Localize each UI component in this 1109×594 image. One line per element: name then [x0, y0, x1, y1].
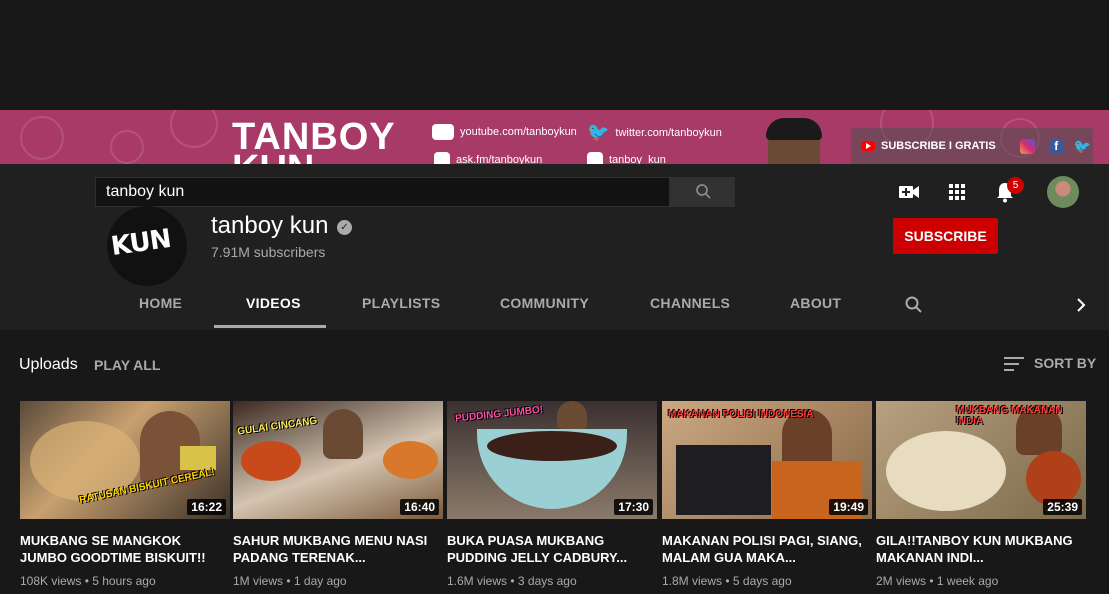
view-count: 1.6M views — [447, 574, 508, 588]
banner-instagram-link[interactable]: tanboy_kun — [587, 152, 666, 164]
twitter-icon: 🐦 — [587, 122, 610, 142]
video-duration: 25:39 — [1043, 499, 1082, 515]
view-count: 1M views — [233, 574, 284, 588]
upload-age: 5 hours ago — [92, 574, 156, 588]
banner-link-text: youtube.com/tanboykun — [460, 126, 577, 138]
thumbnail-caption: GULAI CINCANG — [236, 415, 318, 438]
tab-home[interactable]: HOME — [139, 295, 182, 311]
video-thumbnail[interactable]: PUDDING JUMBO! 17:30 — [447, 401, 657, 519]
banner-link-text: ask.fm/tanboykun — [456, 154, 543, 164]
upload-age: 3 days ago — [517, 574, 577, 588]
twitter-icon[interactable]: 🐦 — [1074, 138, 1091, 155]
banner-link-text: tanboy_kun — [609, 154, 666, 164]
search-input[interactable]: tanboy kun — [95, 177, 670, 207]
subscriber-count: 7.91M subscribers — [211, 244, 326, 260]
subscribe-button[interactable]: SUBSCRIBE — [893, 218, 998, 254]
tab-channels[interactable]: CHANNELS — [650, 295, 730, 311]
verified-check-icon: ✓ — [337, 220, 352, 235]
video-title[interactable]: GILA!!TANBOY KUN MUKBANG MAKANAN INDI... — [876, 532, 1086, 566]
account-avatar[interactable] — [1047, 176, 1079, 208]
upload-age: 5 days ago — [732, 574, 792, 588]
banner-link-text: twitter.com/tanboykun — [615, 126, 722, 139]
channel-name: tanboy kun — [211, 212, 329, 239]
video-title[interactable]: MAKANAN POLISI PAGI, SIANG, MALAM GUA MA… — [662, 532, 872, 566]
video-duration: 19:49 — [829, 499, 868, 515]
video-card[interactable]: MAKANAN POLISI INDONESIA 19:49 MAKANAN P… — [662, 401, 872, 588]
channel-avatar-text: KUN — [109, 224, 173, 262]
upload-age: 1 week ago — [936, 574, 999, 588]
video-title[interactable]: SAHUR MUKBANG MENU NASI PADANG TERENAK..… — [233, 532, 443, 566]
channel-avatar[interactable]: KUN — [107, 206, 187, 286]
thumbnail-caption: MUKBANG MAKANAN INDIA — [956, 405, 1063, 427]
tab-community[interactable]: COMMUNITY — [500, 295, 589, 311]
video-card[interactable]: MUKBANG MAKANAN INDIA 25:39 GILA!!TANBOY… — [876, 401, 1086, 588]
video-card[interactable]: GULAI CINCANG 16:40 SAHUR MUKBANG MENU N… — [233, 401, 443, 588]
askfm-icon — [434, 152, 450, 164]
tab-about[interactable]: ABOUT — [790, 295, 841, 311]
video-meta: 1.6M views • 3 days ago — [447, 574, 577, 588]
youtube-icon — [432, 124, 454, 140]
banner-askfm-link[interactable]: ask.fm/tanboykun — [434, 152, 542, 164]
video-duration: 16:40 — [400, 499, 439, 515]
video-title[interactable]: BUKA PUASA MUKBANG PUDDING JELLY CADBURY… — [447, 532, 657, 566]
notification-badge: 5 — [1007, 177, 1024, 194]
video-meta: 2M views • 1 week ago — [876, 574, 999, 588]
active-tab-indicator — [214, 325, 326, 328]
banner-subscribe-link[interactable]: SUBSCRIBE I GRATIS — [881, 140, 996, 152]
tab-playlists[interactable]: PLAYLISTS — [362, 295, 440, 311]
banner-youtube-link[interactable]: youtube.com/tanboykun — [432, 124, 577, 140]
instagram-icon — [587, 152, 603, 164]
video-duration: 17:30 — [614, 499, 653, 515]
window-top-area — [0, 0, 1109, 110]
video-thumbnail[interactable]: RATUSAN BISKUIT CEREAL! 16:22 — [20, 401, 230, 519]
video-title[interactable]: MUKBANG SE MANGKOK JUMBO GOODTIME BISKUI… — [20, 532, 230, 566]
view-count: 1.8M views — [662, 574, 723, 588]
banner-portrait — [766, 118, 822, 164]
sort-by-button[interactable]: SORT BY — [1034, 355, 1096, 371]
video-thumbnail[interactable]: MUKBANG MAKANAN INDIA 25:39 — [876, 401, 1086, 519]
video-duration: 16:22 — [187, 499, 226, 515]
view-count: 2M views — [876, 574, 927, 588]
video-card[interactable]: RATUSAN BISKUIT CEREAL! 16:22 MUKBANG SE… — [20, 401, 230, 588]
tab-videos[interactable]: VIDEOS — [246, 295, 301, 311]
upload-age: 1 day ago — [293, 574, 347, 588]
video-meta: 108K views • 5 hours ago — [20, 574, 156, 588]
sort-icon[interactable] — [1004, 357, 1024, 373]
video-thumbnail[interactable]: MAKANAN POLISI INDONESIA 19:49 — [662, 401, 872, 519]
video-meta: 1.8M views • 5 days ago — [662, 574, 792, 588]
video-card[interactable]: PUDDING JUMBO! 17:30 BUKA PUASA MUKBANG … — [447, 401, 657, 588]
chevron-right-icon[interactable] — [1073, 296, 1089, 314]
view-count: 108K views — [20, 574, 82, 588]
banner-social-links: SUBSCRIBE I GRATIS f 🐦 — [851, 128, 1093, 164]
banner-twitter-link[interactable]: 🐦 twitter.com/tanboykun — [587, 122, 722, 143]
search-icon — [696, 184, 711, 199]
banner-title-line2: KUN — [232, 150, 314, 164]
facebook-icon[interactable]: f — [1048, 138, 1064, 154]
video-thumbnail[interactable]: GULAI CINCANG 16:40 — [233, 401, 443, 519]
instagram-icon[interactable] — [1019, 138, 1035, 154]
youtube-icon — [861, 141, 875, 151]
thumbnail-caption: PUDDING JUMBO! — [454, 404, 544, 425]
channel-search-icon[interactable] — [904, 295, 924, 315]
section-title: Uploads — [19, 356, 78, 373]
video-meta: 1M views • 1 day ago — [233, 574, 347, 588]
create-video-icon[interactable] — [897, 180, 921, 204]
apps-grid-icon[interactable] — [945, 180, 969, 204]
play-all-button[interactable]: PLAY ALL — [94, 357, 160, 373]
thumbnail-caption: MAKANAN POLISI INDONESIA — [668, 409, 814, 420]
search-button[interactable] — [670, 177, 735, 207]
